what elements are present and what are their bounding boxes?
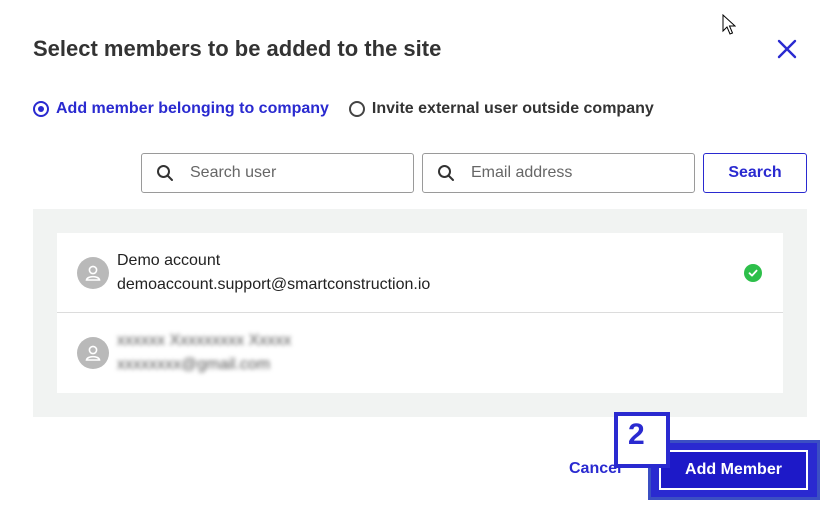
member-name: Demo account (117, 251, 221, 269)
close-icon[interactable] (774, 36, 800, 62)
dialog-title: Select members to be added to the site (33, 36, 442, 61)
step-number: 2 (618, 416, 666, 464)
add-members-dialog: Select members to be added to the site A… (0, 0, 837, 522)
radio-label: Invite external user outside company (371, 100, 654, 117)
add-member-button[interactable]: Add Member (659, 450, 808, 490)
member-info: Demo account demoaccount.support@smartco… (117, 249, 430, 297)
member-email: demoaccount.support@smartconstruction.io (117, 275, 431, 293)
radio-label: Add member belonging to company (56, 100, 329, 117)
radio-button[interactable] (348, 101, 365, 117)
member-row[interactable]: Demo account demoaccount.support@smartco… (57, 233, 783, 313)
member-row[interactable]: xxxxxx Xxxxxxxxx Xxxxx xxxxxxxx@gmail.co… (57, 313, 783, 393)
member-type-radio-group: Add member belonging to company Invite e… (33, 100, 654, 118)
results-panel: Demo account demoaccount.support@smartco… (33, 209, 807, 417)
step-badge: 2 (614, 412, 670, 468)
mouse-cursor-icon (722, 14, 736, 35)
search-icon (157, 165, 173, 181)
user-avatar-icon (77, 256, 109, 289)
search-button[interactable]: Search (703, 153, 807, 193)
radio-external-user[interactable]: Invite external user outside company (348, 100, 654, 118)
member-results-list: Demo account demoaccount.support@smartco… (57, 233, 783, 393)
member-name: xxxxxx Xxxxxxxxx Xxxxx (117, 332, 292, 349)
check-circle-icon (744, 264, 762, 282)
email-address-field[interactable] (422, 153, 695, 193)
email-address-input[interactable] (469, 163, 673, 183)
member-info: xxxxxx Xxxxxxxxx Xxxxx xxxxxxxx@gmail.co… (117, 329, 291, 377)
search-icon (438, 165, 454, 181)
search-user-field[interactable] (141, 153, 414, 193)
member-email: xxxxxxxx@gmail.com (117, 356, 271, 373)
radio-button[interactable] (33, 101, 49, 117)
search-user-input[interactable] (188, 163, 392, 183)
radio-company-member[interactable]: Add member belonging to company (33, 100, 329, 118)
user-avatar-icon (77, 337, 109, 369)
